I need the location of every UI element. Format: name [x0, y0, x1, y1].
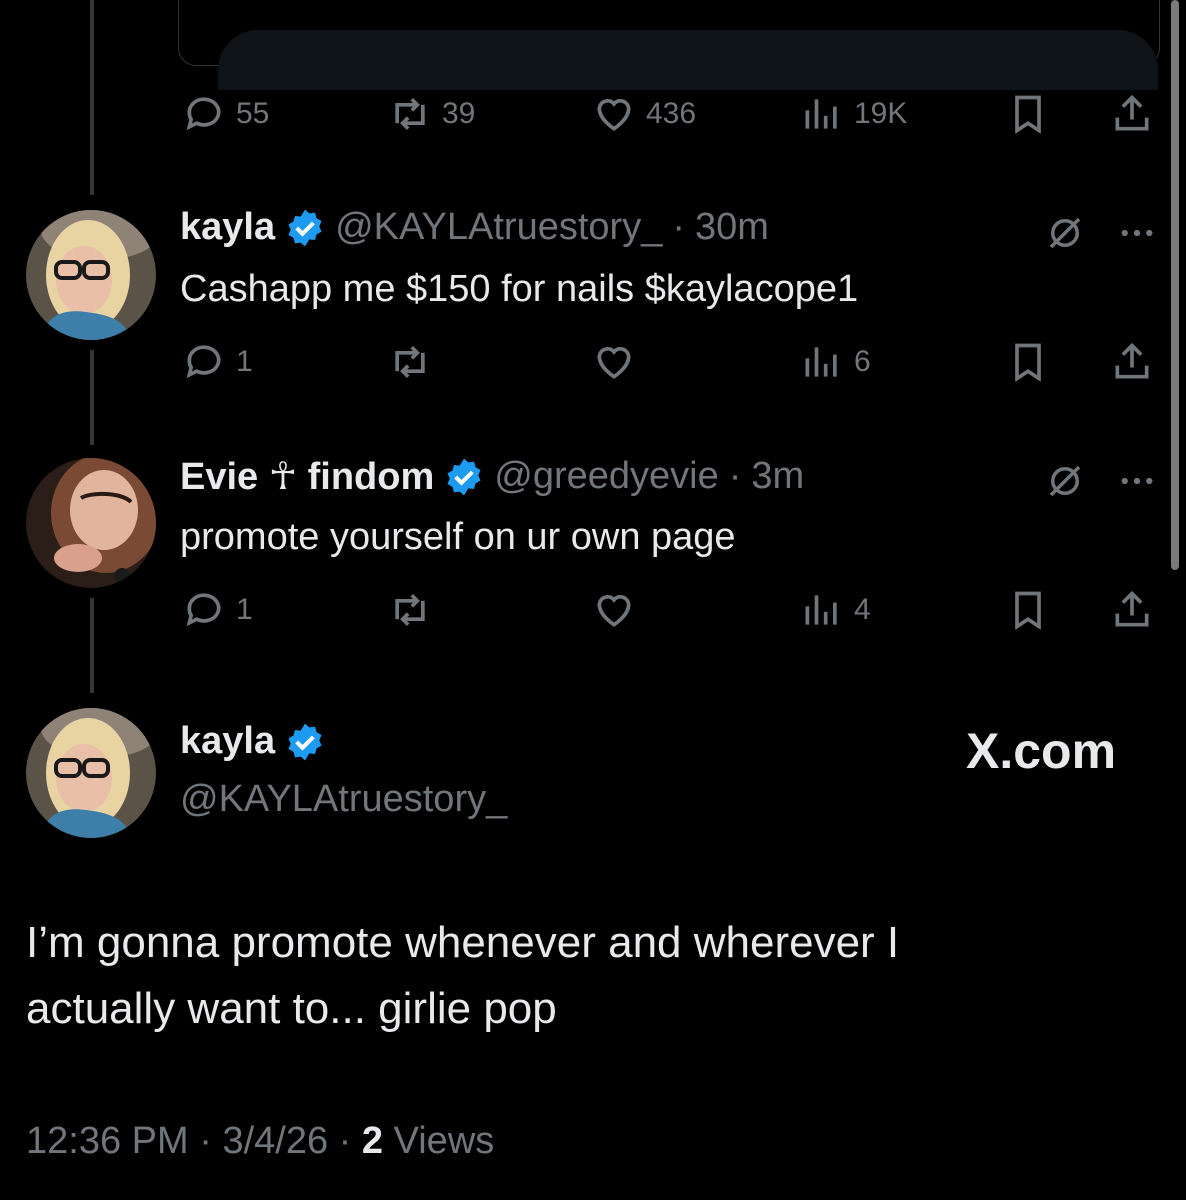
avatar-photo: [26, 210, 156, 340]
repost-icon: [395, 346, 425, 378]
post-time[interactable]: 12:36 PM: [26, 1120, 189, 1162]
reply2-actions: 1 4: [0, 588, 1186, 638]
reply-button[interactable]: 1: [182, 588, 253, 632]
avatar[interactable]: [26, 458, 156, 588]
more-button[interactable]: [1116, 460, 1158, 507]
verified-badge-icon: [447, 458, 481, 495]
bookmark-button[interactable]: [1006, 92, 1050, 136]
like-button[interactable]: [592, 340, 636, 384]
reply2-text: promote yourself on ur own page: [180, 516, 736, 558]
username[interactable]: @KAYLAtruestory_: [180, 778, 507, 821]
reply-button[interactable]: 1: [182, 340, 253, 384]
views-count: 6: [854, 345, 871, 378]
reply-count: 55: [236, 97, 270, 130]
post-meta: 12:36 PM · 3/4/26 · 2 Views: [26, 1120, 494, 1163]
like-count: 436: [646, 97, 697, 130]
top-post-actions: 55 39 436 19K: [0, 92, 1186, 142]
more-button[interactable]: [1116, 212, 1158, 259]
avatar[interactable]: [26, 210, 156, 340]
views-count: 19K: [854, 97, 908, 130]
main-name-row: kayla: [180, 720, 325, 763]
repost-icon: [395, 98, 425, 130]
main-text-line-1: I’m gonna promote whenever and wherever …: [26, 918, 900, 967]
avatar[interactable]: [26, 708, 156, 838]
avatar-photo: [26, 708, 156, 838]
grok-button[interactable]: [1044, 212, 1086, 259]
separator-dot: ·: [199, 1120, 223, 1162]
heart-icon: [597, 595, 631, 627]
username[interactable]: @KAYLAtruestory_: [335, 206, 662, 249]
views-count: 2: [361, 1120, 384, 1162]
share-button[interactable]: [1110, 340, 1154, 384]
watermark: X.com: [966, 723, 1117, 779]
timestamp[interactable]: 3m: [751, 455, 804, 498]
more-icon: [1121, 477, 1153, 485]
separator-dot: ·: [728, 455, 742, 497]
reply1-actions: 1 6: [0, 340, 1186, 390]
like-button[interactable]: 436: [592, 92, 696, 136]
reply-button[interactable]: 55: [182, 92, 269, 136]
views-button[interactable]: 19K: [800, 92, 907, 136]
bookmark-button[interactable]: [1006, 340, 1050, 384]
share-button[interactable]: [1110, 588, 1154, 632]
display-name[interactable]: Evie ☥ findom: [180, 454, 434, 499]
bookmark-button[interactable]: [1006, 588, 1050, 632]
reply-icon: [186, 593, 221, 627]
main-text-line-2: actually want to... girlie pop: [26, 984, 557, 1033]
avatar-photo: [26, 458, 156, 588]
analytics-icon: [805, 99, 837, 129]
like-button[interactable]: [592, 588, 636, 632]
views-count: 4: [854, 593, 871, 626]
views-button[interactable]: 4: [800, 588, 871, 632]
timestamp[interactable]: 30m: [695, 206, 769, 249]
repost-icon: [395, 594, 425, 626]
share-icon: [1115, 342, 1149, 379]
separator-dot: ·: [672, 206, 685, 248]
repost-button[interactable]: [388, 340, 432, 384]
reply-count: 1: [236, 593, 253, 626]
reply1-text: Cashapp me $150 for nails $kaylacope1: [180, 268, 859, 310]
share-icon: [1115, 590, 1149, 627]
views-label: Views: [393, 1120, 495, 1162]
heart-icon: [597, 99, 631, 131]
separator-dot: ·: [338, 1120, 362, 1162]
scrollbar[interactable]: [1171, 0, 1179, 570]
grok-icon: [1049, 465, 1081, 497]
reply2-header: Evie ☥ findom @greedyevie · 3m: [180, 454, 804, 499]
reply-icon: [186, 345, 221, 379]
share-icon: [1115, 94, 1149, 131]
analytics-icon: [805, 595, 837, 625]
heart-icon: [597, 347, 631, 379]
bookmark-icon: [1015, 95, 1041, 134]
bookmark-icon: [1015, 343, 1041, 382]
reply-count: 1: [236, 345, 253, 378]
more-icon: [1121, 229, 1153, 237]
reply-icon: [186, 97, 221, 131]
reply1-header: kayla @KAYLAtruestory_ · 30m: [180, 206, 769, 249]
repost-count: 39: [442, 97, 476, 130]
verified-badge-icon: [288, 209, 322, 246]
grok-button[interactable]: [1044, 460, 1086, 507]
media-preview[interactable]: [218, 30, 1158, 90]
username[interactable]: @greedyevie: [494, 455, 718, 498]
post-date[interactable]: 3/4/26: [222, 1120, 328, 1162]
repost-button[interactable]: 39: [388, 92, 475, 136]
views-button[interactable]: 6: [800, 340, 871, 384]
display-name[interactable]: kayla: [180, 206, 275, 249]
repost-button[interactable]: [388, 588, 432, 632]
analytics-icon: [805, 347, 837, 377]
verified-badge-icon: [288, 723, 322, 760]
bookmark-icon: [1015, 591, 1041, 630]
grok-icon: [1049, 217, 1081, 249]
display-name[interactable]: kayla: [180, 720, 275, 763]
share-button[interactable]: [1110, 92, 1154, 136]
